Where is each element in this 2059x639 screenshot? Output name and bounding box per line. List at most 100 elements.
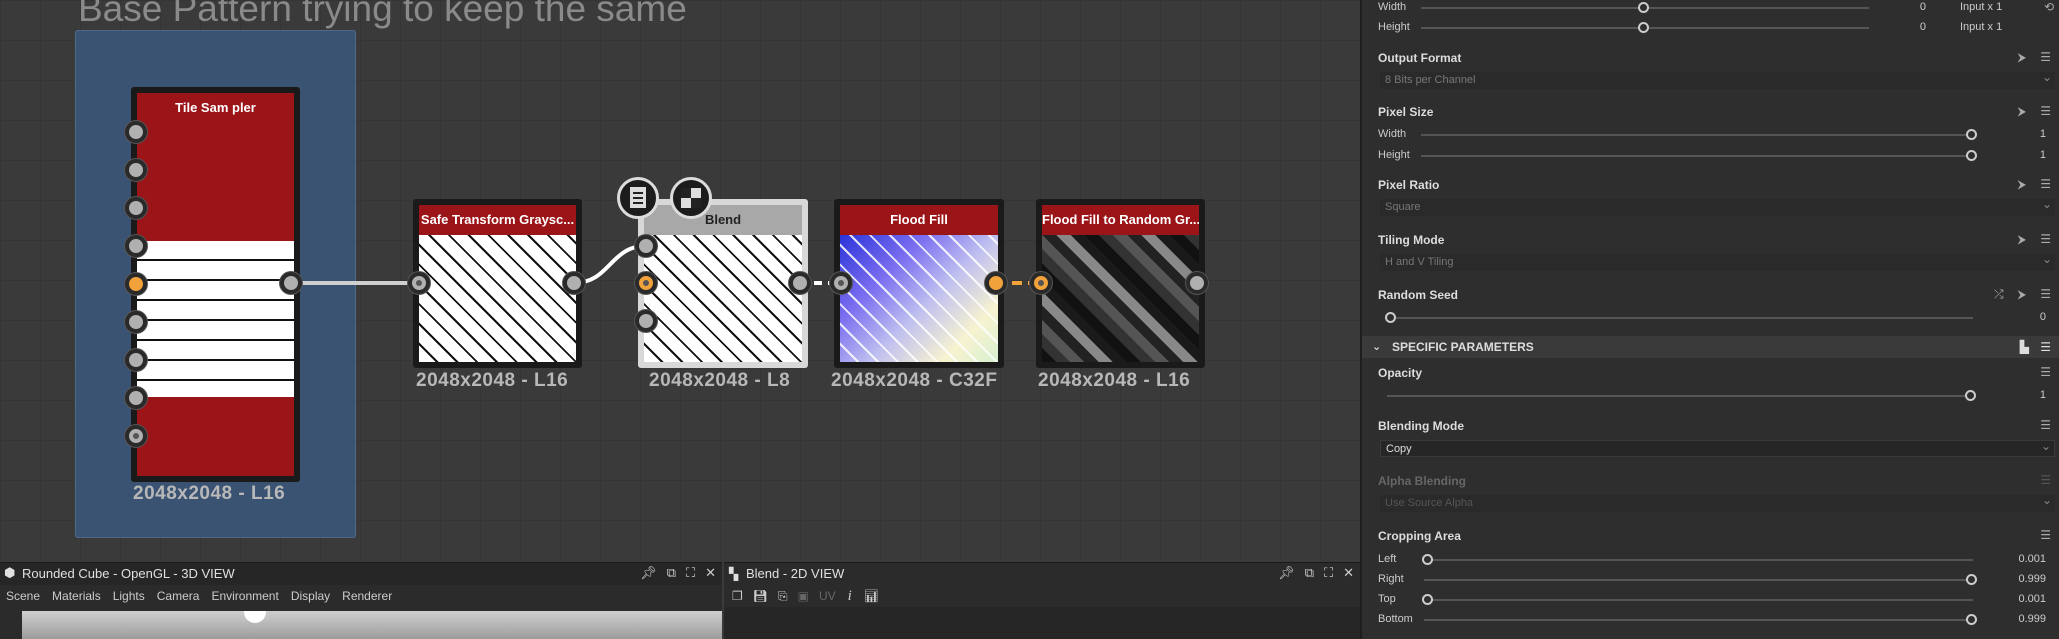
slider-knob[interactable] bbox=[1422, 554, 1433, 565]
random-seed-slider[interactable] bbox=[1385, 312, 1973, 323]
input-port[interactable] bbox=[125, 311, 147, 333]
slider-knob[interactable] bbox=[1965, 390, 1976, 401]
pin-icon[interactable]: 📌︎ bbox=[1278, 563, 1295, 585]
options-icon[interactable]: ☰ bbox=[2040, 104, 2051, 119]
input-port[interactable] bbox=[125, 197, 147, 219]
specific-parameters-header[interactable]: ⌄ SPECIFIC PARAMETERS ▙ ☰ bbox=[1362, 336, 2059, 358]
graph-canvas[interactable]: Base Pattern trying to keep the same Til… bbox=[0, 0, 1360, 560]
checker-preview-button[interactable] bbox=[670, 177, 712, 219]
menu-display[interactable]: Display bbox=[285, 585, 336, 607]
width-slider[interactable] bbox=[1421, 2, 1869, 13]
pixel-size-label: Pixel Size bbox=[1378, 105, 1434, 119]
input-port[interactable] bbox=[125, 425, 147, 447]
input-port[interactable] bbox=[635, 235, 657, 257]
input-port[interactable] bbox=[1030, 272, 1052, 294]
input-port[interactable] bbox=[125, 349, 147, 371]
output-doc-button[interactable] bbox=[617, 177, 659, 219]
param-icons: ☰ bbox=[2040, 528, 2051, 542]
options-icon[interactable]: ☰ bbox=[2040, 50, 2051, 65]
crop-right-slider[interactable] bbox=[1424, 574, 1977, 585]
menu-renderer[interactable]: Renderer bbox=[336, 585, 398, 607]
save-icon[interactable]: 💾︎ bbox=[751, 585, 770, 607]
uv-toggle[interactable]: UV bbox=[817, 585, 838, 607]
param-icons: ⮞ ☰ bbox=[2018, 177, 2051, 192]
slider-knob[interactable] bbox=[1966, 150, 1977, 161]
link-icon[interactable]: ⟲ bbox=[2044, 0, 2054, 14]
menu-scene[interactable]: Scene bbox=[0, 585, 46, 607]
node-blend[interactable]: Blend bbox=[638, 199, 808, 368]
slider-knob[interactable] bbox=[1638, 22, 1649, 33]
slider-knob[interactable] bbox=[1966, 574, 1977, 585]
pin-icon[interactable]: 📌︎ bbox=[640, 563, 657, 585]
menu-environment[interactable]: Environment bbox=[205, 585, 284, 607]
3d-viewport[interactable] bbox=[22, 611, 722, 639]
crop-left-slider[interactable] bbox=[1422, 554, 1973, 565]
expose-icon[interactable]: ⮞ bbox=[2018, 232, 2027, 247]
input-port[interactable] bbox=[125, 159, 147, 181]
input-port[interactable] bbox=[125, 273, 147, 295]
options-icon[interactable]: ☰ bbox=[2040, 177, 2051, 192]
param-icons: ☰ bbox=[2040, 365, 2051, 379]
slider-knob[interactable] bbox=[1966, 129, 1977, 140]
crop-bottom-slider[interactable] bbox=[1424, 614, 1977, 625]
maximize-icon[interactable]: ⛶ bbox=[1324, 563, 1333, 585]
node-title: Flood Fill bbox=[840, 205, 998, 235]
node-flood-fill[interactable]: Flood Fill bbox=[834, 199, 1004, 368]
pixel-height-slider[interactable] bbox=[1421, 150, 1977, 161]
export-icon[interactable]: ⎘ bbox=[776, 585, 790, 607]
output-port[interactable] bbox=[280, 272, 302, 294]
output-format-dropdown[interactable]: 8 Bits per Channel bbox=[1380, 69, 2055, 89]
options-icon[interactable]: ☰ bbox=[2040, 287, 2051, 302]
expose-icon[interactable]: ⮞ bbox=[2018, 50, 2027, 65]
node-resolution: 2048x2048 - L16 bbox=[1038, 370, 1191, 391]
options-icon: ☰ bbox=[2040, 473, 2051, 487]
menu-camera[interactable]: Camera bbox=[151, 585, 206, 607]
maximize-icon[interactable]: ⛶ bbox=[686, 563, 695, 585]
slider-knob[interactable] bbox=[1422, 594, 1433, 605]
input-port[interactable] bbox=[830, 272, 852, 294]
options-icon[interactable]: ☰ bbox=[2040, 365, 2051, 379]
pixel-ratio-dropdown[interactable]: Square bbox=[1380, 196, 2055, 216]
output-port[interactable] bbox=[789, 272, 811, 294]
expose-icon[interactable]: ⮞ bbox=[2018, 287, 2027, 302]
opacity-slider[interactable] bbox=[1387, 390, 1976, 401]
output-port[interactable] bbox=[985, 272, 1007, 294]
section-preset-icon[interactable]: ▙ bbox=[2020, 336, 2029, 358]
close-icon[interactable]: ✕ bbox=[1343, 563, 1354, 585]
shuffle-icon[interactable]: ⤮ bbox=[1994, 287, 2004, 302]
menu-lights[interactable]: Lights bbox=[107, 585, 151, 607]
tiling-mode-dropdown[interactable]: H and V Tiling bbox=[1380, 251, 2055, 271]
histogram-icon[interactable]: 📊︎ bbox=[862, 585, 881, 607]
input-port[interactable] bbox=[125, 235, 147, 257]
copy-icon[interactable]: ❐ bbox=[730, 585, 745, 607]
pixel-width-slider[interactable] bbox=[1421, 129, 1977, 140]
output-port[interactable] bbox=[563, 272, 585, 294]
input-port[interactable] bbox=[635, 310, 657, 332]
menu-materials[interactable]: Materials bbox=[46, 585, 107, 607]
input-port[interactable] bbox=[408, 272, 430, 294]
expose-icon[interactable]: ⮞ bbox=[2018, 104, 2027, 119]
options-icon[interactable]: ☰ bbox=[2040, 232, 2051, 247]
node-tile-sampler[interactable]: Tile Sam pler bbox=[131, 87, 300, 482]
input-port[interactable] bbox=[635, 272, 657, 294]
height-slider[interactable] bbox=[1421, 22, 1869, 33]
options-icon[interactable]: ☰ bbox=[2040, 528, 2051, 542]
crop-top-slider[interactable] bbox=[1422, 594, 1973, 605]
float-icon[interactable]: ⧉ bbox=[1305, 563, 1314, 585]
section-options-icon[interactable]: ☰ bbox=[2040, 336, 2051, 358]
input-port[interactable] bbox=[125, 121, 147, 143]
blending-mode-dropdown[interactable]: Copy bbox=[1380, 438, 2055, 457]
options-icon[interactable]: ☰ bbox=[2040, 418, 2051, 432]
slider-knob[interactable] bbox=[1385, 312, 1396, 323]
expose-icon[interactable]: ⮞ bbox=[2018, 177, 2027, 192]
info-icon[interactable]: i bbox=[844, 585, 856, 607]
node-safe-transform[interactable]: Safe Transform Graysc... bbox=[413, 199, 582, 368]
input-port[interactable] bbox=[125, 387, 147, 409]
tiling-icon[interactable]: ▣ bbox=[796, 585, 811, 607]
close-icon[interactable]: ✕ bbox=[705, 563, 716, 585]
float-icon[interactable]: ⧉ bbox=[667, 563, 676, 585]
output-port[interactable] bbox=[1186, 272, 1208, 294]
node-flood-fill-random[interactable]: Flood Fill to Random Gr... bbox=[1036, 199, 1205, 368]
slider-knob[interactable] bbox=[1966, 614, 1977, 625]
slider-knob[interactable] bbox=[1638, 2, 1649, 13]
